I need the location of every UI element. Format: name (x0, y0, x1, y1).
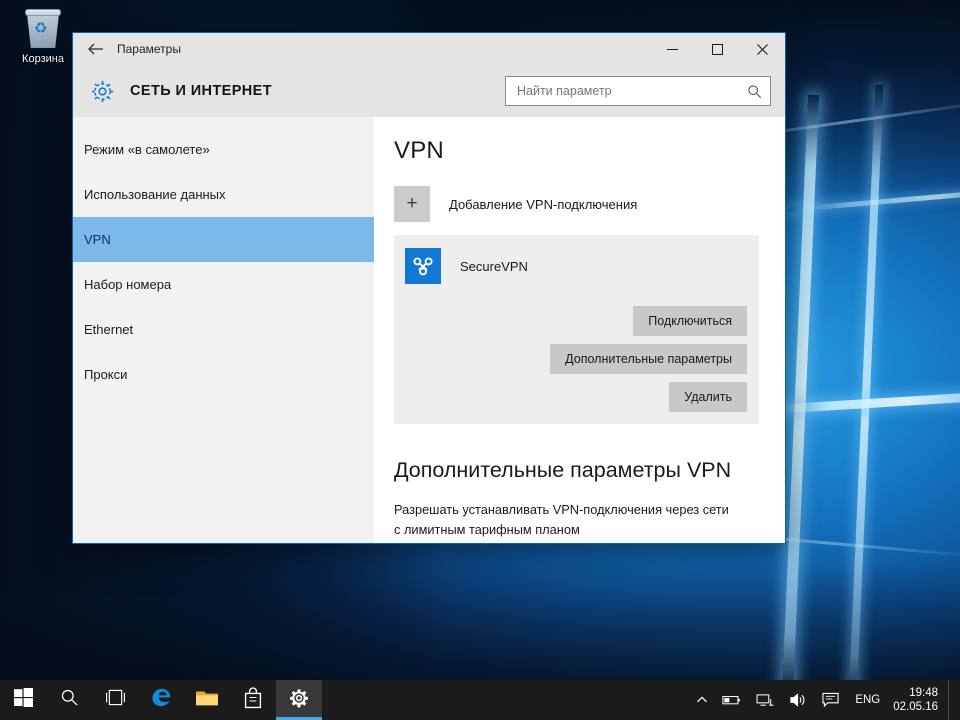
advanced-options-button[interactable]: Дополнительные параметры (550, 344, 747, 374)
task-view-icon (104, 689, 127, 711)
back-button[interactable] (73, 33, 117, 65)
connect-button[interactable]: Подключиться (633, 306, 747, 336)
search-icon (747, 84, 762, 99)
page-category-title: СЕТЬ И ИНТЕРНЕТ (130, 83, 505, 99)
battery-icon[interactable] (715, 680, 749, 720)
plus-glyph: + (406, 193, 417, 215)
settings-button[interactable] (276, 680, 322, 720)
vpn-connection-name: SecureVPN (460, 259, 528, 274)
task-view-button[interactable] (92, 680, 138, 720)
gear-icon (85, 74, 119, 108)
gear-icon (289, 688, 309, 713)
remove-button[interactable]: Удалить (669, 382, 747, 412)
clock[interactable]: 19:48 02.05.16 (889, 680, 948, 720)
search-button[interactable] (46, 680, 92, 720)
sidebar-item-dial-up[interactable]: Набор номера (73, 262, 374, 307)
search-input[interactable] (517, 84, 747, 98)
sidebar-item-vpn[interactable]: VPN (73, 217, 374, 262)
recycle-bin-icon: ♻ (21, 8, 65, 50)
minimize-button[interactable] (650, 33, 695, 65)
sidebar-item-label: Прокси (84, 367, 127, 382)
close-button[interactable] (740, 33, 785, 65)
vpn-action-buttons: Подключиться Дополнительные параметры Уд… (405, 306, 747, 412)
settings-window[interactable]: Параметры СЕТЬ И (72, 32, 786, 544)
add-vpn-connection-label: Добавление VPN-подключения (449, 197, 637, 212)
add-vpn-connection-row[interactable]: + Добавление VPN-подключения (394, 186, 759, 222)
sidebar-item-ethernet[interactable]: Ethernet (73, 307, 374, 352)
window-title: Параметры (117, 42, 650, 56)
edge-icon (150, 686, 173, 714)
desktop-icon-label: Корзина (8, 53, 78, 66)
store-bag-icon (243, 687, 263, 714)
action-center-icon[interactable] (815, 680, 846, 720)
window-body: Режим «в самолете» Использование данных … (73, 117, 785, 543)
sidebar-item-label: Набор номера (84, 277, 171, 292)
clock-date: 02.05.16 (893, 700, 938, 714)
edge-button[interactable] (138, 680, 184, 720)
show-desktop-button[interactable] (948, 680, 954, 720)
start-button[interactable] (0, 680, 46, 720)
tray-chevron-icon[interactable] (689, 680, 715, 720)
sidebar-item-label: VPN (84, 232, 111, 247)
vpn-connection-icon (405, 248, 441, 284)
plus-icon: + (394, 186, 430, 222)
search-icon (60, 688, 79, 712)
vpn-connection-card[interactable]: SecureVPN Подключиться Дополнительные па… (394, 235, 759, 424)
sidebar-item-label: Использование данных (84, 187, 226, 202)
sidebar-item-proxy[interactable]: Прокси (73, 352, 374, 397)
search-box[interactable] (505, 76, 771, 106)
window-header: СЕТЬ И ИНТЕРНЕТ (73, 65, 785, 117)
language-indicator[interactable]: ENG (846, 680, 889, 720)
maximize-button[interactable] (695, 33, 740, 65)
page-title: VPN (394, 137, 759, 165)
store-button[interactable] (230, 680, 276, 720)
vpn-connection-header: SecureVPN (405, 248, 747, 284)
system-tray: ENG 19:48 02.05.16 (689, 680, 960, 720)
windows-logo-icon (14, 688, 33, 712)
advanced-section-description: Разрешать устанавливать VPN-подключения … (394, 500, 730, 540)
window-controls (650, 33, 785, 65)
window-titlebar: Параметры (73, 33, 785, 65)
sidebar-item-data-usage[interactable]: Использование данных (73, 172, 374, 217)
file-explorer-button[interactable] (184, 680, 230, 720)
folder-icon (195, 688, 219, 713)
taskbar: ENG 19:48 02.05.16 (0, 680, 960, 720)
clock-time: 19:48 (893, 686, 938, 700)
desktop-icon-recycle-bin[interactable]: ♻ Корзина (8, 6, 78, 66)
settings-content: VPN + Добавление VPN-подключения (374, 117, 785, 543)
advanced-section-title: Дополнительные параметры VPN (394, 458, 759, 483)
desktop[interactable]: ♻ Корзина Параметры (0, 0, 960, 720)
volume-icon[interactable] (782, 680, 815, 720)
sidebar-item-airplane-mode[interactable]: Режим «в самолете» (73, 127, 374, 172)
sidebar-item-label: Режим «в самолете» (84, 142, 210, 157)
sidebar-item-label: Ethernet (84, 322, 133, 337)
network-icon[interactable] (749, 680, 782, 720)
settings-sidebar: Режим «в самолете» Использование данных … (73, 117, 374, 543)
